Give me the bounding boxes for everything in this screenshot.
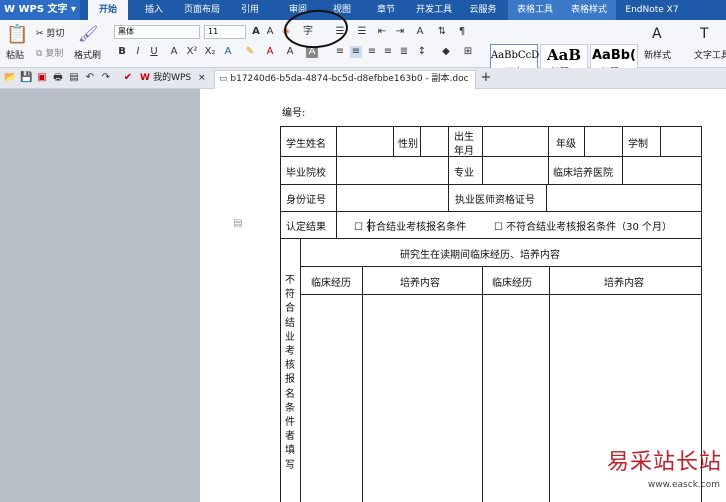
chevron-down-icon: ▾ [67,4,77,15]
font-size-select[interactable]: 11 [204,25,246,39]
shrink-font-icon[interactable]: A [264,26,276,38]
tab-cloud[interactable]: 云服务 [462,0,504,20]
paragraph-options-icon[interactable]: ▤ [232,218,244,230]
superscript-icon[interactable]: X² [186,46,198,58]
open-icon[interactable]: 📂 [4,72,16,84]
export-pdf-icon[interactable]: ▣ [36,72,48,84]
tab-home[interactable]: 开始 [88,0,128,20]
increase-indent-icon[interactable]: ⇥ [394,26,406,38]
format-painter-icon[interactable]: 🖌 [78,24,98,43]
tab-references[interactable]: 引用 [232,0,268,20]
copy-icon: ⧉ [36,49,43,59]
document-tab-bar: 📂 💾 ▣ 🖶 ▤ ↶ ↷ ✔ W 我的WPS × ▭ b17240d6-b5d… [0,68,726,89]
tab-my-wps[interactable]: W 我的WPS × [136,70,208,89]
graduate-school-label: 毕业院校 [286,168,326,179]
ineligible-checkbox[interactable]: ☐ 不符合结业考核报名条件（30 个月） [494,218,672,233]
tab-endnote[interactable]: EndNote X7 [622,0,682,20]
text-direction-icon[interactable]: A [414,26,426,38]
ribbon: 📋 粘贴 ✂ 剪切 ⧉ 复制 🖌 格式刷 黑体 11 A A ◈ 字 B I U… [0,20,726,82]
left-margin-area [0,89,200,502]
distribute-icon[interactable]: ≣ [398,46,410,58]
training-content-header-2: 培养内容 [604,278,644,289]
text-tools-icon[interactable]: T [700,26,709,42]
subscript-icon[interactable]: X₂ [204,46,216,58]
student-name-label: 学生姓名 [286,139,326,150]
save-icon[interactable]: 💾 [20,72,32,84]
paste-button[interactable]: 粘贴 [6,48,24,61]
annotation-circle [284,9,348,49]
font-name-select[interactable]: 黑体 [114,25,200,39]
watermark-url: www.easck.com [647,480,720,490]
tab-chapter[interactable]: 章节 [368,0,404,20]
underline-icon[interactable]: U [148,46,160,58]
shading-icon[interactable]: ◆ [440,46,452,58]
menu-bar: W WPS 文字 ▾ 开始 插入 页面布局 引用 审阅 视图 章节 开发工具 云… [0,0,726,20]
borders-icon[interactable]: ⊞ [462,46,474,58]
quick-access-icon[interactable]: ✔ [122,72,134,84]
new-style-icon[interactable]: A [652,26,662,42]
clinical-experience-header-2: 临床经历 [492,278,532,289]
program-length-label: 学制 [628,139,648,150]
text-effect-icon[interactable]: A [222,46,234,58]
training-content-header-1: 培养内容 [400,278,440,289]
number-label: 编号: [282,108,306,119]
line-spacing-icon[interactable]: ↕ [416,46,428,58]
birth-label-1: 出生 [454,132,474,143]
tab-developer[interactable]: 开发工具 [410,0,458,20]
cut-button[interactable]: ✂ 剪切 [36,26,64,39]
document-icon: ▭ [219,74,231,84]
strikethrough-icon[interactable]: A [168,46,180,58]
sort-icon[interactable]: ⇅ [436,26,448,38]
text-tools-button[interactable]: 文字工具 [694,48,726,61]
paragraph-mark-icon[interactable]: ¶ [456,26,468,38]
copy-button[interactable]: ⧉ 复制 [36,46,63,59]
wps-icon: W [140,73,154,83]
tab-page-layout[interactable]: 页面布局 [178,0,226,20]
clinical-hospital-label: 临床培养医院 [553,168,613,179]
tab-table-tools[interactable]: 表格工具 [508,0,562,20]
decrease-indent-icon[interactable]: ⇤ [376,26,388,38]
redo-icon[interactable]: ↷ [100,72,112,84]
text-cursor [369,219,370,232]
major-label: 专业 [454,168,474,179]
new-tab-icon[interactable]: + [480,71,492,84]
italic-icon[interactable]: I [132,46,144,58]
numbering-icon[interactable]: ☰ [356,26,368,38]
new-style-button[interactable]: 新样式 [644,48,671,61]
app-menu-button[interactable]: W WPS 文字 ▾ [0,0,80,20]
birth-label-2: 年月 [454,146,474,157]
wps-logo-icon: W [4,4,19,15]
ineligible-side-label: 不符合结业考核报名条件者填写 [285,275,295,471]
physician-cert-label: 执业医师资格证号 [455,195,535,206]
justify-icon[interactable]: ≡ [382,46,394,58]
format-painter-button[interactable]: 格式刷 [74,48,101,61]
clinical-experience-header-1: 临床经历 [311,278,351,289]
highlight-icon[interactable]: ✎ [244,46,256,58]
bold-icon[interactable]: B [116,46,128,58]
scissors-icon: ✂ [36,29,44,39]
gender-label: 性别 [398,139,418,150]
id-number-label: 身份证号 [286,195,326,206]
eligible-checkbox[interactable]: ☐ 符合结业考核报名条件 [354,218,466,233]
undo-icon[interactable]: ↶ [84,72,96,84]
tab-insert[interactable]: 插入 [136,0,172,20]
font-color-icon[interactable]: A [264,46,276,58]
result-label: 认定结果 [286,222,326,233]
close-icon[interactable]: × [198,70,206,87]
tab-table-style[interactable]: 表格样式 [562,0,616,20]
section-title: 研究生在读期间临床经历、培养内容 [400,250,560,261]
print-preview-icon[interactable]: ▤ [68,72,80,84]
print-icon[interactable]: 🖶 [52,72,64,84]
grow-font-icon[interactable]: A [250,26,262,38]
paste-icon[interactable]: 📋 [6,24,28,45]
align-right-icon[interactable]: ≡ [366,46,378,58]
watermark-text: 易采站长站 [606,450,722,475]
tab-current-document[interactable]: ▭ b17240d6-b5da-4874-bc5d-d8efbbe163b0 -… [214,70,476,89]
grade-label: 年级 [556,139,576,150]
